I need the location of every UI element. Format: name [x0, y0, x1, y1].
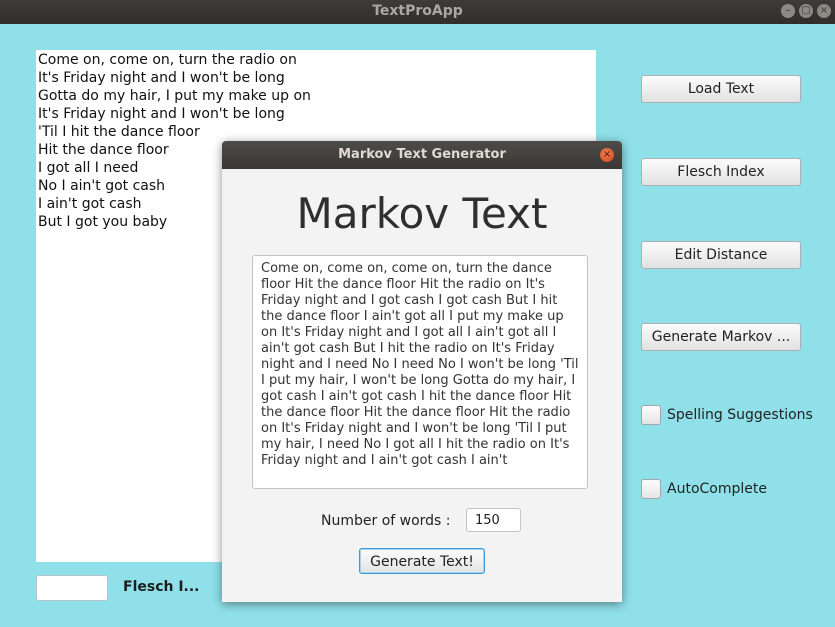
autocomplete-option[interactable]: AutoComplete: [641, 479, 767, 499]
main-text-line: 'Til I hit the dance floor: [38, 124, 200, 140]
autocomplete-checkbox[interactable]: [641, 479, 661, 499]
dialog-titlebar: Markov Text Generator ×: [222, 141, 622, 169]
load-text-button[interactable]: Load Text: [641, 75, 801, 103]
flesch-label: Flesch I...: [123, 579, 200, 595]
maximize-icon[interactable]: ▢: [799, 4, 813, 18]
close-icon[interactable]: ×: [817, 4, 831, 18]
generate-markov-button[interactable]: Generate Markov ...: [641, 323, 801, 351]
main-text-line: Gotta do my hair, I put my make up on: [38, 88, 311, 104]
dialog-close-icon[interactable]: ×: [600, 148, 614, 162]
main-text-line: Come on, come on, turn the radio on: [38, 52, 297, 68]
autocomplete-label: AutoComplete: [667, 481, 767, 497]
generate-text-button[interactable]: Generate Text!: [359, 548, 485, 574]
spelling-suggestions-label: Spelling Suggestions: [667, 407, 813, 423]
num-words-label: Number of words :: [321, 513, 451, 529]
num-words-input[interactable]: 150: [466, 508, 521, 532]
generated-text: Come on, come on, come on, turn the danc…: [261, 261, 579, 468]
spelling-suggestions-option[interactable]: Spelling Suggestions: [641, 405, 813, 425]
flesch-index-button[interactable]: Flesch Index: [641, 158, 801, 186]
window-title: TextProApp: [372, 3, 463, 19]
dialog-heading: Markov Text: [296, 189, 548, 238]
generated-text-area[interactable]: Come on, come on, come on, turn the danc…: [252, 255, 588, 489]
markov-dialog: Markov Text Generator × Markov Text Come…: [222, 141, 622, 602]
main-text-line: It's Friday night and I won't be long: [38, 70, 285, 86]
minimize-icon[interactable]: –: [781, 4, 795, 18]
window-titlebar: TextProApp – ▢ ×: [0, 0, 835, 24]
main-text-line: It's Friday night and I won't be long: [38, 106, 285, 122]
edit-distance-button[interactable]: Edit Distance: [641, 241, 801, 269]
flesch-value-field[interactable]: [36, 575, 108, 601]
dialog-title: Markov Text Generator: [338, 147, 506, 162]
spelling-suggestions-checkbox[interactable]: [641, 405, 661, 425]
